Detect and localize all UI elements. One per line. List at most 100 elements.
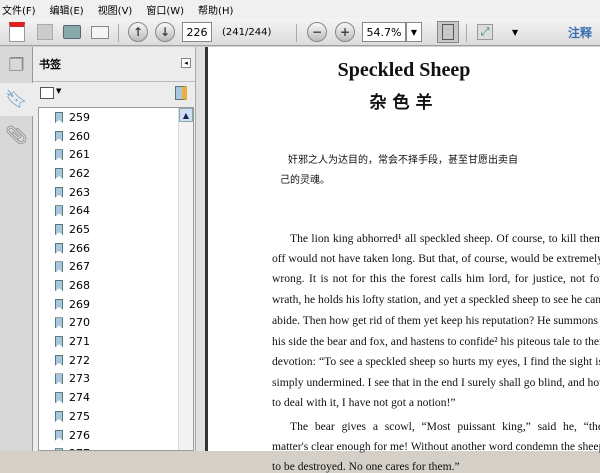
zoom-in-button[interactable]: + xyxy=(334,21,356,43)
page-title: Speckled Sheep xyxy=(337,59,471,81)
bookmark-icon xyxy=(55,392,63,404)
bookmark-label: 261 xyxy=(69,148,90,162)
pdf-page: Speckled Sheep 杂色羊 奸邪之人为达目的，常会不择手段，甚至甘愿出… xyxy=(208,47,600,473)
fullscreen-icon[interactable]: ⤢ xyxy=(474,21,496,43)
bookmark-label: 271 xyxy=(69,335,90,349)
bookmark-icon xyxy=(55,354,63,366)
bookmark-label: 273 xyxy=(69,372,90,386)
scroll-up-icon[interactable]: ▲ xyxy=(179,108,193,122)
panel-title: 书签 xyxy=(39,58,61,71)
panel-splitter[interactable] xyxy=(195,47,205,451)
bookmark-icon xyxy=(55,242,63,254)
previous-page-button[interactable]: ↑ xyxy=(127,21,149,43)
bookmark-icon xyxy=(55,149,63,161)
bookmark-list: 259 260 261 262 263 264 265 266 267 268 269 270 271 2… xyxy=(38,107,194,451)
page-count: (241/244) xyxy=(222,26,272,38)
menu-file[interactable]: 文件(F) xyxy=(2,2,36,17)
bookmark-item[interactable]: 265 xyxy=(39,220,193,239)
body-text-line: abide. Then how get rid of them yet keep… xyxy=(272,314,600,327)
bookmark-item[interactable]: 272 xyxy=(39,351,193,370)
create-pdf-icon[interactable] xyxy=(6,21,28,43)
bookmarks-panel: 书签 ◂ ▼ 259 260 261 262 263 264 265 266 267 268 269… xyxy=(33,47,195,451)
bookmark-icon xyxy=(55,336,63,348)
bookmark-label: 274 xyxy=(69,391,90,405)
body-text-line: wrong. It is not for this the forest cal… xyxy=(272,272,600,285)
bookmark-item[interactable]: 271 xyxy=(39,332,193,351)
bookmark-label: 266 xyxy=(69,241,90,255)
zoom-input[interactable]: 54.7% xyxy=(362,22,406,42)
body-text-line: The lion king abhorred¹ all speckled she… xyxy=(290,232,600,245)
toolbar: ↑ ↓ 226 (241/244) − + 54.7% ▼ ⤢ ▼ 注释 xyxy=(0,18,600,46)
body-text-line: to be destroyed. No one cares for them.” xyxy=(272,460,460,473)
toolbar-more-icon[interactable]: ▼ xyxy=(512,21,518,43)
bookmark-item[interactable]: 261 xyxy=(39,145,193,164)
bookmarks-icon[interactable]: 🔖︎ xyxy=(0,83,33,116)
attachments-icon[interactable]: 📎︎ xyxy=(0,119,33,152)
bookmark-icon xyxy=(55,429,63,441)
bookmark-label: 262 xyxy=(69,166,90,180)
comment-button[interactable]: 注释 xyxy=(568,21,592,43)
bookmark-item[interactable]: 269 xyxy=(39,295,193,314)
scrollbar[interactable]: ▲ xyxy=(178,108,193,450)
collapse-panel-icon[interactable]: ◂ xyxy=(181,58,191,68)
bookmark-label: 276 xyxy=(69,428,90,442)
zoom-dropdown-icon[interactable]: ▼ xyxy=(406,22,422,42)
bookmark-label: 277 xyxy=(69,447,90,450)
menu-window[interactable]: 窗口(W) xyxy=(146,2,184,17)
bookmark-icon xyxy=(55,223,63,235)
body-text-line: wrath, he holds his lofty station, and y… xyxy=(272,293,600,306)
epigraph-line: 己的灵魂。 xyxy=(280,175,330,186)
bookmark-item[interactable]: 270 xyxy=(39,314,193,333)
pages-icon[interactable]: ❐ xyxy=(0,49,33,82)
next-page-button[interactable]: ↓ xyxy=(154,21,176,43)
body-text-line: The bear gives a scowl, “Most puissant k… xyxy=(290,420,600,433)
bookmark-icon xyxy=(55,186,63,198)
bookmark-icon xyxy=(55,280,63,292)
bookmark-icon xyxy=(55,205,63,217)
bookmark-icon xyxy=(55,167,63,179)
document-view: Speckled Sheep 杂色羊 奸邪之人为达目的，常会不择手段，甚至甘愿出… xyxy=(205,47,600,473)
bookmark-item[interactable]: 266 xyxy=(39,239,193,258)
bookmark-icon xyxy=(55,298,63,310)
body-text-line: devotion: “To see a speckled sheep so hu… xyxy=(272,355,600,368)
bookmark-item[interactable]: 274 xyxy=(39,388,193,407)
bookmark-icon xyxy=(55,111,63,123)
bookmark-item[interactable]: 276 xyxy=(39,426,193,445)
bookmark-item[interactable]: 277 xyxy=(39,444,193,450)
find-bookmark-icon[interactable] xyxy=(175,86,187,100)
bookmark-item[interactable]: 259 xyxy=(39,108,193,127)
print-icon[interactable] xyxy=(61,21,83,43)
body-text-line: simply undermined. I see that in the end… xyxy=(272,376,600,389)
body-text-line: his side the bear and fox, and hastens t… xyxy=(272,335,600,348)
options-menu-icon[interactable] xyxy=(40,87,54,99)
save-icon[interactable] xyxy=(34,21,56,43)
bookmark-item[interactable]: 273 xyxy=(39,370,193,389)
epigraph-line: 奸邪之人为达目的，常会不择手段，甚至甘愿出卖自 xyxy=(288,155,518,166)
bookmark-item[interactable]: 275 xyxy=(39,407,193,426)
bookmark-label: 260 xyxy=(69,129,90,143)
bookmark-item[interactable]: 268 xyxy=(39,276,193,295)
bookmark-icon xyxy=(55,261,63,273)
bookmark-item[interactable]: 264 xyxy=(39,201,193,220)
menu-help[interactable]: 帮助(H) xyxy=(198,2,233,17)
bookmark-icon xyxy=(55,317,63,329)
bookmark-item[interactable]: 267 xyxy=(39,258,193,277)
bookmark-label: 268 xyxy=(69,279,90,293)
navigation-pane: ❐ 🔖︎ 📎︎ xyxy=(0,47,33,451)
email-icon[interactable] xyxy=(89,21,111,43)
page-number-input[interactable]: 226 xyxy=(182,22,212,42)
menu-view[interactable]: 视图(V) xyxy=(98,2,133,17)
zoom-out-button[interactable]: − xyxy=(306,21,328,43)
bookmark-item[interactable]: 262 xyxy=(39,164,193,183)
bookmark-label: 264 xyxy=(69,204,90,218)
bookmark-icon xyxy=(55,373,63,385)
bookmark-item[interactable]: 260 xyxy=(39,127,193,146)
fit-page-icon[interactable] xyxy=(437,21,459,43)
bookmark-item[interactable]: 263 xyxy=(39,183,193,202)
bookmark-label: 259 xyxy=(69,110,90,124)
options-dropdown-icon[interactable]: ▼ xyxy=(56,87,61,95)
bookmark-label: 267 xyxy=(69,260,90,274)
bookmark-label: 269 xyxy=(69,297,90,311)
menu-edit[interactable]: 编辑(E) xyxy=(50,2,84,17)
bookmark-label: 263 xyxy=(69,185,90,199)
